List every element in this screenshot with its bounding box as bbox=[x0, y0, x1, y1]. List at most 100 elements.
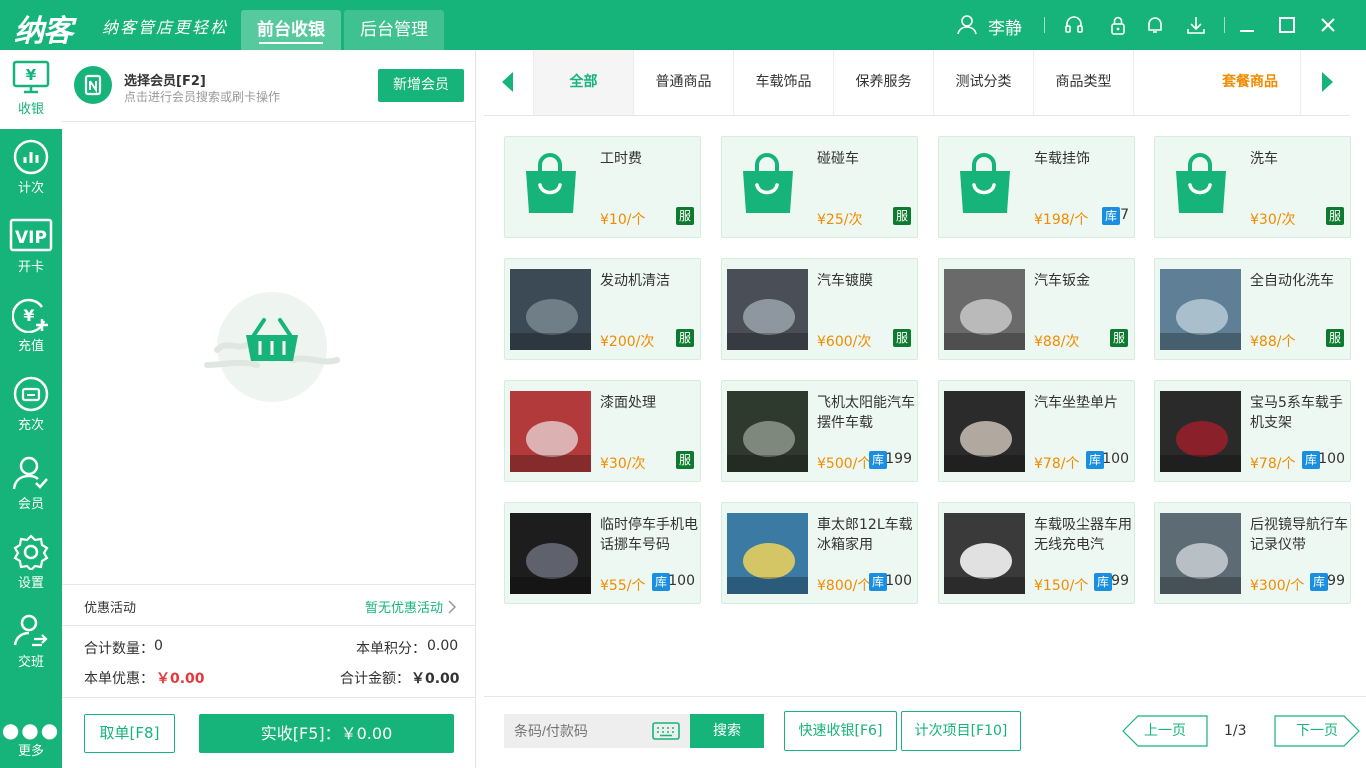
pay-button[interactable]: 实收[F5]：￥0.00 bbox=[199, 714, 454, 753]
category-product-type[interactable]: 商品类型 bbox=[1034, 50, 1134, 115]
product-price: ¥198/个 bbox=[1034, 212, 1089, 228]
close-icon[interactable] bbox=[1318, 15, 1338, 35]
product-image bbox=[944, 269, 1025, 350]
product-price: ¥600/次 bbox=[817, 334, 872, 350]
product-card[interactable]: 洗车 ¥30/次 服 bbox=[1154, 136, 1351, 238]
sidebar-item-label: 计次 bbox=[17, 181, 44, 196]
stock-count: 99 bbox=[1111, 573, 1129, 589]
category-prev-button[interactable] bbox=[484, 50, 534, 115]
top-bar: 纳客 纳客管店更轻松 前台收银 后台管理 李静 bbox=[0, 0, 1366, 50]
category-package[interactable]: 套餐商品 bbox=[1200, 50, 1300, 115]
product-image bbox=[727, 391, 808, 472]
promotion-label: 优惠活动 bbox=[84, 601, 137, 616]
service-badge: 服 bbox=[676, 207, 694, 225]
divider bbox=[1224, 17, 1225, 33]
download-icon[interactable] bbox=[1186, 15, 1206, 35]
product-image bbox=[1160, 269, 1241, 350]
product-image bbox=[944, 391, 1025, 472]
category-test[interactable]: 测试分类 bbox=[934, 50, 1034, 115]
stock-count: 99 bbox=[1327, 573, 1345, 589]
bell-icon[interactable] bbox=[1145, 15, 1165, 35]
promotion-row[interactable]: 优惠活动 暂无优惠活动 bbox=[62, 584, 475, 626]
chevron-right-icon[interactable] bbox=[447, 599, 457, 615]
prev-page-button[interactable]: 上一页 bbox=[1122, 715, 1208, 747]
product-card[interactable]: 碰碰车 ¥25/次 服 bbox=[721, 136, 918, 238]
member-card-icon bbox=[74, 66, 112, 104]
total-value: ￥0.00 bbox=[411, 671, 460, 687]
count-items-button[interactable]: 计次项目[F10] bbox=[901, 711, 1021, 751]
recharge-icon: ¥ bbox=[12, 298, 48, 333]
product-card[interactable]: 车载吸尘器车用无线充电汽 ¥150/个库 99 bbox=[938, 502, 1135, 604]
product-card[interactable]: 飞机太阳能汽车摆件车载 ¥500/个库 199 bbox=[721, 380, 918, 482]
search-button[interactable]: 搜索 bbox=[690, 714, 764, 748]
member-selector[interactable]: 选择会员[F2] 点击进行会员搜索或刷卡操作 新增会员 bbox=[62, 50, 475, 122]
category-next-button[interactable] bbox=[1300, 50, 1350, 115]
product-image bbox=[944, 513, 1025, 594]
product-price: ¥10/个 bbox=[600, 212, 646, 228]
product-card[interactable]: 工时费 ¥10/个 服 bbox=[504, 136, 701, 238]
product-card[interactable]: 汽车镀膜 ¥600/次 服 bbox=[721, 258, 918, 360]
points-label: 本单积分： bbox=[356, 641, 426, 657]
lock-icon[interactable] bbox=[1108, 15, 1128, 35]
product-card[interactable]: 汽车钣金 ¥88/次 服 bbox=[938, 258, 1135, 360]
maximize-icon[interactable] bbox=[1277, 15, 1297, 35]
promotion-value[interactable]: 暂无优惠活动 bbox=[365, 597, 443, 616]
add-member-button[interactable]: 新增会员 bbox=[378, 69, 464, 102]
product-card[interactable]: 宝马5系车载手机支架 ¥78/个库 100 bbox=[1154, 380, 1351, 482]
product-price: ¥150/个 bbox=[1034, 578, 1089, 594]
product-price: ¥25/次 bbox=[817, 212, 863, 228]
qty-value: 0 bbox=[154, 638, 163, 654]
product-card[interactable]: 車太郎12L车载冰箱家用 ¥800/个库 100 bbox=[721, 502, 918, 604]
sidebar-item-label: 设置 bbox=[17, 576, 44, 591]
quick-cashier-button[interactable]: 快速收银[F6] bbox=[784, 711, 897, 751]
next-page-button[interactable]: 下一页 bbox=[1274, 715, 1360, 747]
category-maintenance[interactable]: 保养服务 bbox=[834, 50, 934, 115]
keyboard-icon[interactable] bbox=[652, 722, 680, 740]
page-indicator: 1/3 bbox=[1224, 723, 1247, 739]
category-all[interactable]: 全部 bbox=[534, 50, 634, 115]
product-name: 車太郎12L车载冰箱家用 bbox=[817, 517, 913, 553]
product-price: ¥88/次 bbox=[1034, 334, 1080, 350]
prev-page-label: 上一页 bbox=[1144, 723, 1186, 739]
order-summary: 合计数量： 0 本单积分： 0.00 本单优惠： ￥0.00 合计金额： ￥0.… bbox=[62, 626, 475, 698]
sidebar-item-more[interactable]: ●●● 更多 bbox=[0, 710, 62, 768]
product-price: ¥800/个 bbox=[817, 578, 872, 594]
product-image bbox=[510, 269, 591, 350]
headset-icon[interactable] bbox=[1064, 15, 1084, 35]
tab-back-office[interactable]: 后台管理 bbox=[344, 10, 444, 50]
shopping-bag-icon bbox=[510, 147, 591, 228]
app-slogan: 纳客管店更轻松 bbox=[102, 18, 229, 37]
stock-count: 7 bbox=[1120, 207, 1129, 223]
product-card[interactable]: 全自动化洗车 ¥88/个 服 bbox=[1154, 258, 1351, 360]
category-general[interactable]: 普通商品 bbox=[634, 50, 734, 115]
empty-cart-icon bbox=[204, 292, 340, 402]
sidebar-item-member[interactable]: 会员 bbox=[0, 445, 62, 524]
sidebar-item-settings[interactable]: 设置 bbox=[0, 524, 62, 603]
product-card[interactable]: 漆面处理 ¥30/次 服 bbox=[504, 380, 701, 482]
category-car-accessories[interactable]: 车载饰品 bbox=[734, 50, 834, 115]
product-card[interactable]: 汽车坐垫单片 ¥78/个库 100 bbox=[938, 380, 1135, 482]
sidebar-item-label: 充值 bbox=[17, 339, 44, 354]
product-name: 后视镜导航行车记录仪带 bbox=[1250, 517, 1348, 553]
product-card[interactable]: 临时停车手机电话挪车号码 ¥55/个库 100 bbox=[504, 502, 701, 604]
sidebar-item-open-card[interactable]: VIP 开卡 bbox=[0, 208, 62, 287]
user-icon[interactable] bbox=[957, 15, 977, 35]
sidebar-item-cashier[interactable]: ¥ 收银 bbox=[0, 50, 62, 129]
minimize-icon[interactable] bbox=[1237, 15, 1257, 35]
cancel-order-button[interactable]: 取单[F8] bbox=[84, 714, 175, 753]
sidebar-item-count[interactable]: 计次 bbox=[0, 129, 62, 208]
stock-badge: 库 bbox=[1094, 573, 1112, 591]
svg-text:¥: ¥ bbox=[23, 306, 34, 325]
sidebar-item-recharge[interactable]: ¥ 充值 bbox=[0, 287, 62, 366]
user-name[interactable]: 李静 bbox=[988, 14, 1022, 39]
tab-front-cashier[interactable]: 前台收银 bbox=[241, 10, 341, 50]
service-badge: 服 bbox=[1110, 329, 1128, 347]
svg-text:¥: ¥ bbox=[26, 66, 37, 84]
product-card[interactable]: 发动机清洁 ¥200/次 服 bbox=[504, 258, 701, 360]
member-title[interactable]: 选择会员[F2] bbox=[124, 70, 206, 89]
product-card[interactable]: 后视镜导航行车记录仪带 ¥300/个库 99 bbox=[1154, 502, 1351, 604]
sidebar-item-shift[interactable]: 交班 bbox=[0, 603, 62, 682]
product-name: 车载吸尘器车用无线充电汽 bbox=[1034, 517, 1132, 553]
product-card[interactable]: 车载挂饰 ¥198/个库 7 bbox=[938, 136, 1135, 238]
sidebar-item-recharge-times[interactable]: 充次 bbox=[0, 366, 62, 445]
